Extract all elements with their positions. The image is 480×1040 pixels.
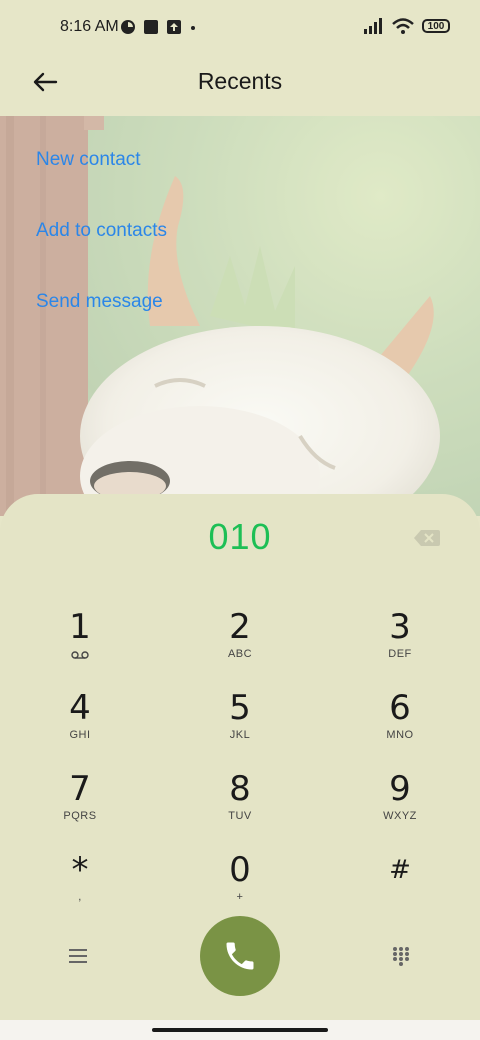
dialpad-icon[interactable] xyxy=(392,946,410,966)
status-time: 8:16 AM xyxy=(60,18,119,35)
menu-icon[interactable] xyxy=(68,948,88,964)
key-digit: 9 xyxy=(389,769,411,809)
key-9[interactable]: 9 WXYZ xyxy=(340,770,460,840)
signal-icon xyxy=(364,18,382,34)
key-digit: # xyxy=(389,855,411,885)
key-letters: PQRS xyxy=(63,810,97,822)
key-7[interactable]: 7 PQRS xyxy=(20,770,140,840)
status-bar: 8:16 AM 100 xyxy=(0,0,480,56)
call-button[interactable] xyxy=(200,916,280,996)
key-digit: 1 xyxy=(69,607,91,647)
dialed-number: 010 xyxy=(208,516,272,557)
key-digit: 7 xyxy=(69,769,91,809)
key-letters: TUV xyxy=(228,810,252,822)
key-digit: 0 xyxy=(229,850,251,890)
key-8[interactable]: 8 TUV xyxy=(180,770,300,840)
key-1[interactable]: 1 xyxy=(20,608,140,678)
app-header: Recents xyxy=(0,56,480,116)
home-indicator[interactable] xyxy=(152,1028,328,1032)
phone-icon xyxy=(226,942,254,970)
key-letters: + xyxy=(236,891,244,903)
key-letters: DEF xyxy=(388,648,412,660)
send-message-link[interactable]: Send message xyxy=(36,291,163,313)
key-0[interactable]: 0 + xyxy=(180,851,300,921)
key-digit: 5 xyxy=(229,688,251,728)
key-3[interactable]: 3 DEF xyxy=(340,608,460,678)
backspace-icon[interactable] xyxy=(414,530,440,546)
add-to-contacts-link[interactable]: Add to contacts xyxy=(36,220,167,242)
battery-icon: 100 xyxy=(422,19,450,33)
upload-icon xyxy=(167,20,181,34)
key-digit: 2 xyxy=(229,607,251,647)
key-digit: * xyxy=(71,850,89,890)
key-6[interactable]: 6 MNO xyxy=(340,689,460,759)
key-digit: 6 xyxy=(389,688,411,728)
voicemail-icon xyxy=(71,651,89,659)
dialpad-sheet: 010 1 2 ABC 3 DEF 4 GHI 5 JKL 6 MNO 7 PQ… xyxy=(0,494,480,1022)
key-star[interactable]: * , xyxy=(20,851,140,921)
key-letters: WXYZ xyxy=(383,810,417,822)
key-digit: 8 xyxy=(229,769,251,809)
dot-icon xyxy=(191,26,195,30)
key-letters: MNO xyxy=(386,729,414,741)
key-5[interactable]: 5 JKL xyxy=(180,689,300,759)
page-title: Recents xyxy=(197,68,283,94)
wifi-icon xyxy=(392,18,414,34)
background-illustration xyxy=(0,116,480,516)
key-letters: , xyxy=(78,891,82,903)
key-letters: ABC xyxy=(227,648,253,660)
square-icon xyxy=(144,20,158,34)
key-2[interactable]: 2 ABC xyxy=(180,608,300,678)
new-contact-link[interactable]: New contact xyxy=(36,149,141,171)
key-letters: GHI xyxy=(69,729,91,741)
key-hash[interactable]: # xyxy=(340,851,460,921)
app-notification-icon xyxy=(121,20,135,34)
key-digit: 3 xyxy=(389,607,411,647)
key-digit: 4 xyxy=(69,688,91,728)
key-4[interactable]: 4 GHI xyxy=(20,689,140,759)
key-letters: JKL xyxy=(229,729,251,741)
